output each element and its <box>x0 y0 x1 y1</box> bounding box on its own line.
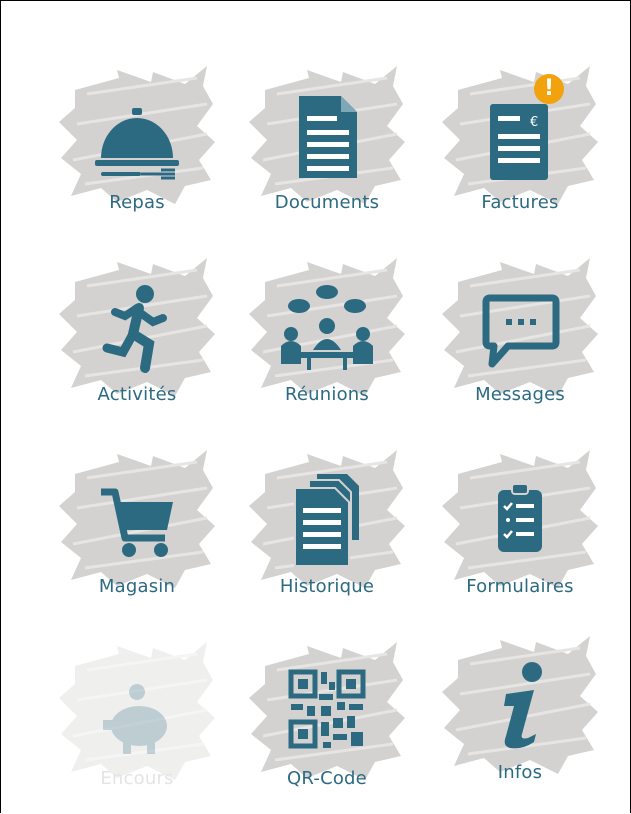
tile-label: Réunions <box>285 384 369 405</box>
tile-formulaires[interactable]: Formulaires <box>440 448 600 598</box>
tile-label: Infos <box>497 762 543 783</box>
tile-magasin[interactable]: Magasin <box>57 448 217 598</box>
tile-messages[interactable]: Messages <box>440 256 600 406</box>
chat-bubble-icon <box>482 294 560 368</box>
tile-label: Encours <box>100 768 174 789</box>
shopping-cart-icon <box>101 488 173 557</box>
clipboard-checklist-icon <box>498 483 542 552</box>
qr-code-icon <box>288 669 366 749</box>
running-person-icon <box>102 285 167 373</box>
piggy-bank-icon <box>103 684 167 754</box>
tile-encours[interactable]: Encours <box>57 640 217 790</box>
tile-reunions[interactable]: Réunions <box>247 256 407 406</box>
tile-documents[interactable]: Documents <box>247 64 407 214</box>
tile-label: Repas <box>109 192 165 213</box>
tile-factures[interactable]: € ! Factures <box>440 64 600 214</box>
tile-qr-code[interactable]: QR-Code <box>247 640 407 790</box>
history-documents-icon <box>294 474 359 567</box>
tile-label: QR-Code <box>287 768 367 789</box>
tile-label: Magasin <box>98 576 176 597</box>
alert-badge: ! <box>534 74 564 104</box>
info-icon <box>504 662 542 749</box>
tile-label: Formulaires <box>466 576 574 597</box>
svg-text:€: € <box>530 115 538 130</box>
tile-label: Activités <box>97 384 177 405</box>
tile-label: Factures <box>481 192 559 213</box>
tile-repas[interactable]: Repas <box>57 64 217 214</box>
serving-cloche-icon <box>95 108 179 180</box>
document-icon <box>299 96 357 178</box>
tile-infos[interactable]: Infos <box>440 634 600 784</box>
tile-label: Historique <box>279 576 375 597</box>
meeting-icon <box>281 285 373 370</box>
tile-activites[interactable]: Activités <box>57 256 217 406</box>
tile-historique[interactable]: Historique <box>247 448 407 598</box>
tile-label: Messages <box>475 384 565 405</box>
tile-label: Documents <box>274 192 380 213</box>
